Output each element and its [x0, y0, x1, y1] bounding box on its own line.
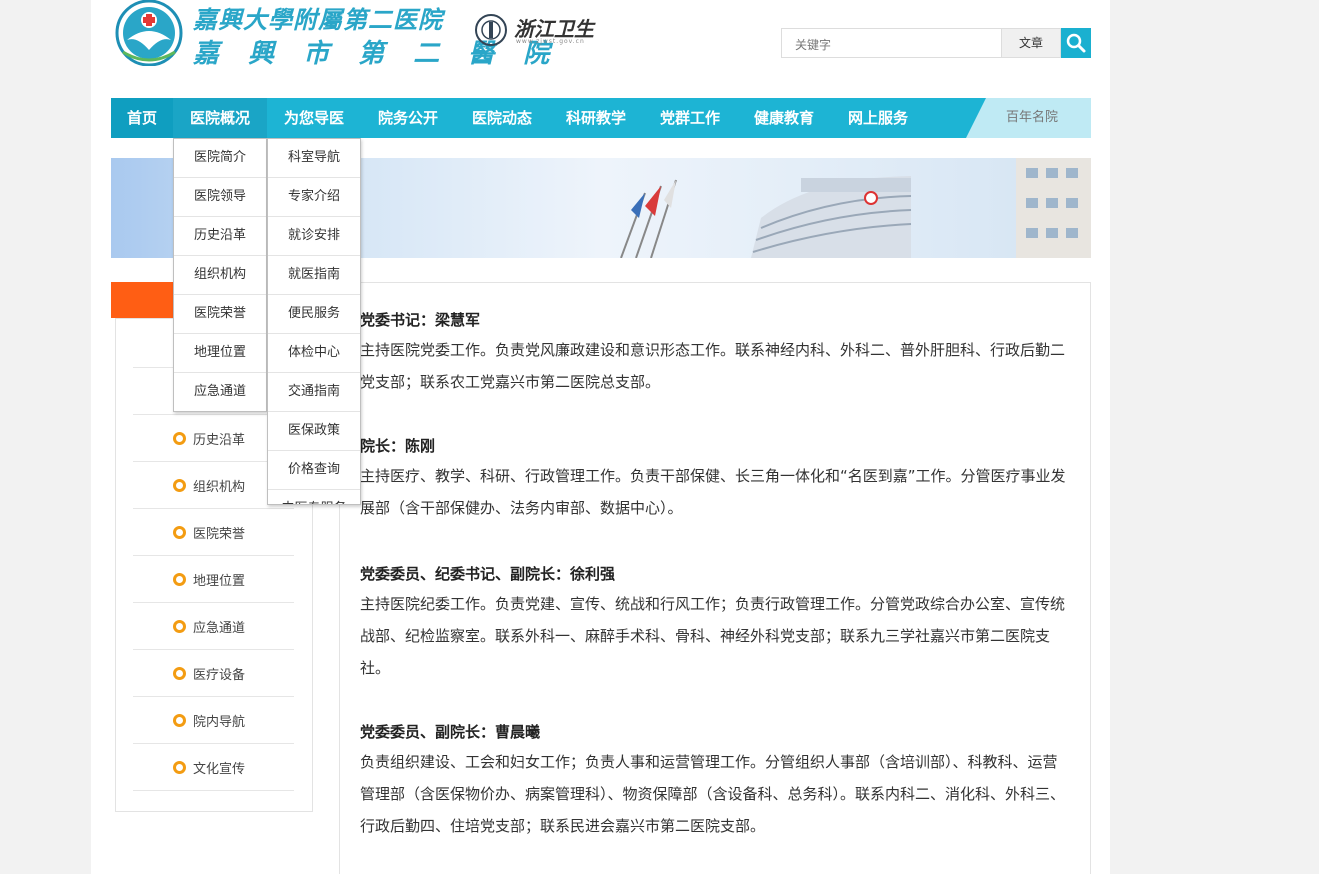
dropdown-item[interactable]: 就医指南	[268, 256, 360, 295]
dropdown-item[interactable]: 医保政策	[268, 412, 360, 451]
nav-home[interactable]: 首页	[111, 98, 173, 138]
dropdown-item[interactable]: 交通指南	[268, 373, 360, 412]
leader-title: 党委委员、纪委书记、副院长：徐利强	[360, 565, 616, 583]
leader-duties: 主持医疗、教学、科研、行政管理工作。负责干部保健、长三角一体化和“名医到嘉”工作…	[360, 467, 1066, 517]
leader-title: 党委书记：梁慧军	[360, 311, 481, 329]
nav-affairs[interactable]: 院务公开	[361, 98, 455, 138]
dropdown-item[interactable]: 专家介绍	[268, 178, 360, 217]
sidebar-item-navigation[interactable]: 院内导航	[133, 697, 294, 744]
sidebar-item-emergency[interactable]: 应急通道	[133, 603, 294, 650]
dropdown-item[interactable]: 组织机构	[174, 256, 266, 295]
dropdown-item[interactable]: 医院荣誉	[174, 295, 266, 334]
sidebar-item-equipment[interactable]: 医疗设备	[133, 650, 294, 697]
sidebar-item-label: 历史沿革	[193, 433, 246, 448]
dropdown-item[interactable]: 体检中心	[268, 334, 360, 373]
search-input[interactable]: 关键字	[781, 28, 1002, 58]
leader-title: 党委委员、副院长：曹晨曦	[360, 723, 541, 741]
hospital-logo-emblem[interactable]	[113, 0, 185, 67]
sidebar-item-label: 文化宣传	[193, 762, 246, 777]
dropdown-item[interactable]: 就诊安排	[268, 217, 360, 256]
leader-duties: 主持医院纪委工作。负责党建、宣传、统战和行风工作；负责行政管理工作。分管党政综合…	[360, 595, 1066, 677]
dropdown-item[interactable]: 历史沿革	[174, 217, 266, 256]
dropdown-patient-guide: 科室导航 专家介绍 就诊安排 就医指南 便民服务 体检中心 交通指南 医保政策 …	[267, 138, 361, 505]
main-nav: 首页 医院概况 为您导医 院务公开 医院动态 科研教学 党群工作 健康教育 网上…	[111, 98, 1091, 138]
search-button[interactable]	[1061, 28, 1091, 58]
nav-slogan: 百年名院	[966, 98, 1091, 138]
nav-news[interactable]: 医院动态	[455, 98, 549, 138]
nav-patient-guide[interactable]: 为您导医	[267, 98, 361, 138]
sidebar-item-honors[interactable]: 医院荣誉	[133, 509, 294, 556]
sidebar-item-culture[interactable]: 文化宣传	[133, 744, 294, 791]
leader-title: 院长：陈刚	[360, 437, 436, 455]
dropdown-item[interactable]: 中医专服务	[268, 490, 360, 504]
dropdown-item[interactable]: 医院简介	[174, 139, 266, 178]
bullet-icon	[173, 620, 186, 633]
dropdown-item[interactable]: 地理位置	[174, 334, 266, 373]
search-type-select[interactable]: 文章	[1002, 28, 1061, 58]
bullet-icon	[173, 761, 186, 774]
sidebar-item-label: 组织机构	[193, 480, 246, 495]
sidebar-item-label: 地理位置	[193, 574, 246, 589]
sidebar-item-location[interactable]: 地理位置	[133, 556, 294, 603]
nav-party[interactable]: 党群工作	[643, 98, 737, 138]
sidebar-item-label: 应急通道	[193, 621, 246, 636]
dropdown-item[interactable]: 医院领导	[174, 178, 266, 217]
leader-duties: 负责组织建设、工会和妇女工作；负责人事和运营管理工作。分管组织人事部（含培训部）…	[360, 753, 1066, 835]
bullet-icon	[173, 432, 186, 445]
partner-logo-subtext: www.zjwst.gov.cn	[516, 38, 585, 45]
leader-duties: 主持医院党委工作。负责党风廉政建设和意识形态工作。联系神经内科、外科二、普外肝胆…	[360, 341, 1066, 391]
dropdown-hospital-overview: 医院简介 医院领导 历史沿革 组织机构 医院荣誉 地理位置 应急通道	[173, 138, 267, 412]
dropdown-item[interactable]: 科室导航	[268, 139, 360, 178]
nav-health-edu[interactable]: 健康教育	[737, 98, 831, 138]
dropdown-item[interactable]: 价格查询	[268, 451, 360, 490]
bullet-icon	[173, 526, 186, 539]
hospital-name-line1: 嘉興大學附屬第二医院	[193, 5, 443, 34]
sidebar-item-label: 院内导航	[193, 715, 246, 730]
sidebar-item-label: 医疗设备	[193, 668, 246, 683]
nav-research[interactable]: 科研教学	[549, 98, 643, 138]
dropdown-item[interactable]: 便民服务	[268, 295, 360, 334]
bullet-icon	[173, 667, 186, 680]
dropdown-item[interactable]: 应急通道	[174, 373, 266, 411]
bullet-icon	[173, 714, 186, 727]
bullet-icon	[173, 479, 186, 492]
bullet-icon	[173, 573, 186, 586]
search-icon	[1066, 33, 1086, 53]
nav-hospital-overview[interactable]: 医院概况	[173, 98, 267, 138]
nav-online-service[interactable]: 网上服务	[831, 98, 925, 138]
sidebar-item-label: 医院荣誉	[193, 527, 246, 542]
